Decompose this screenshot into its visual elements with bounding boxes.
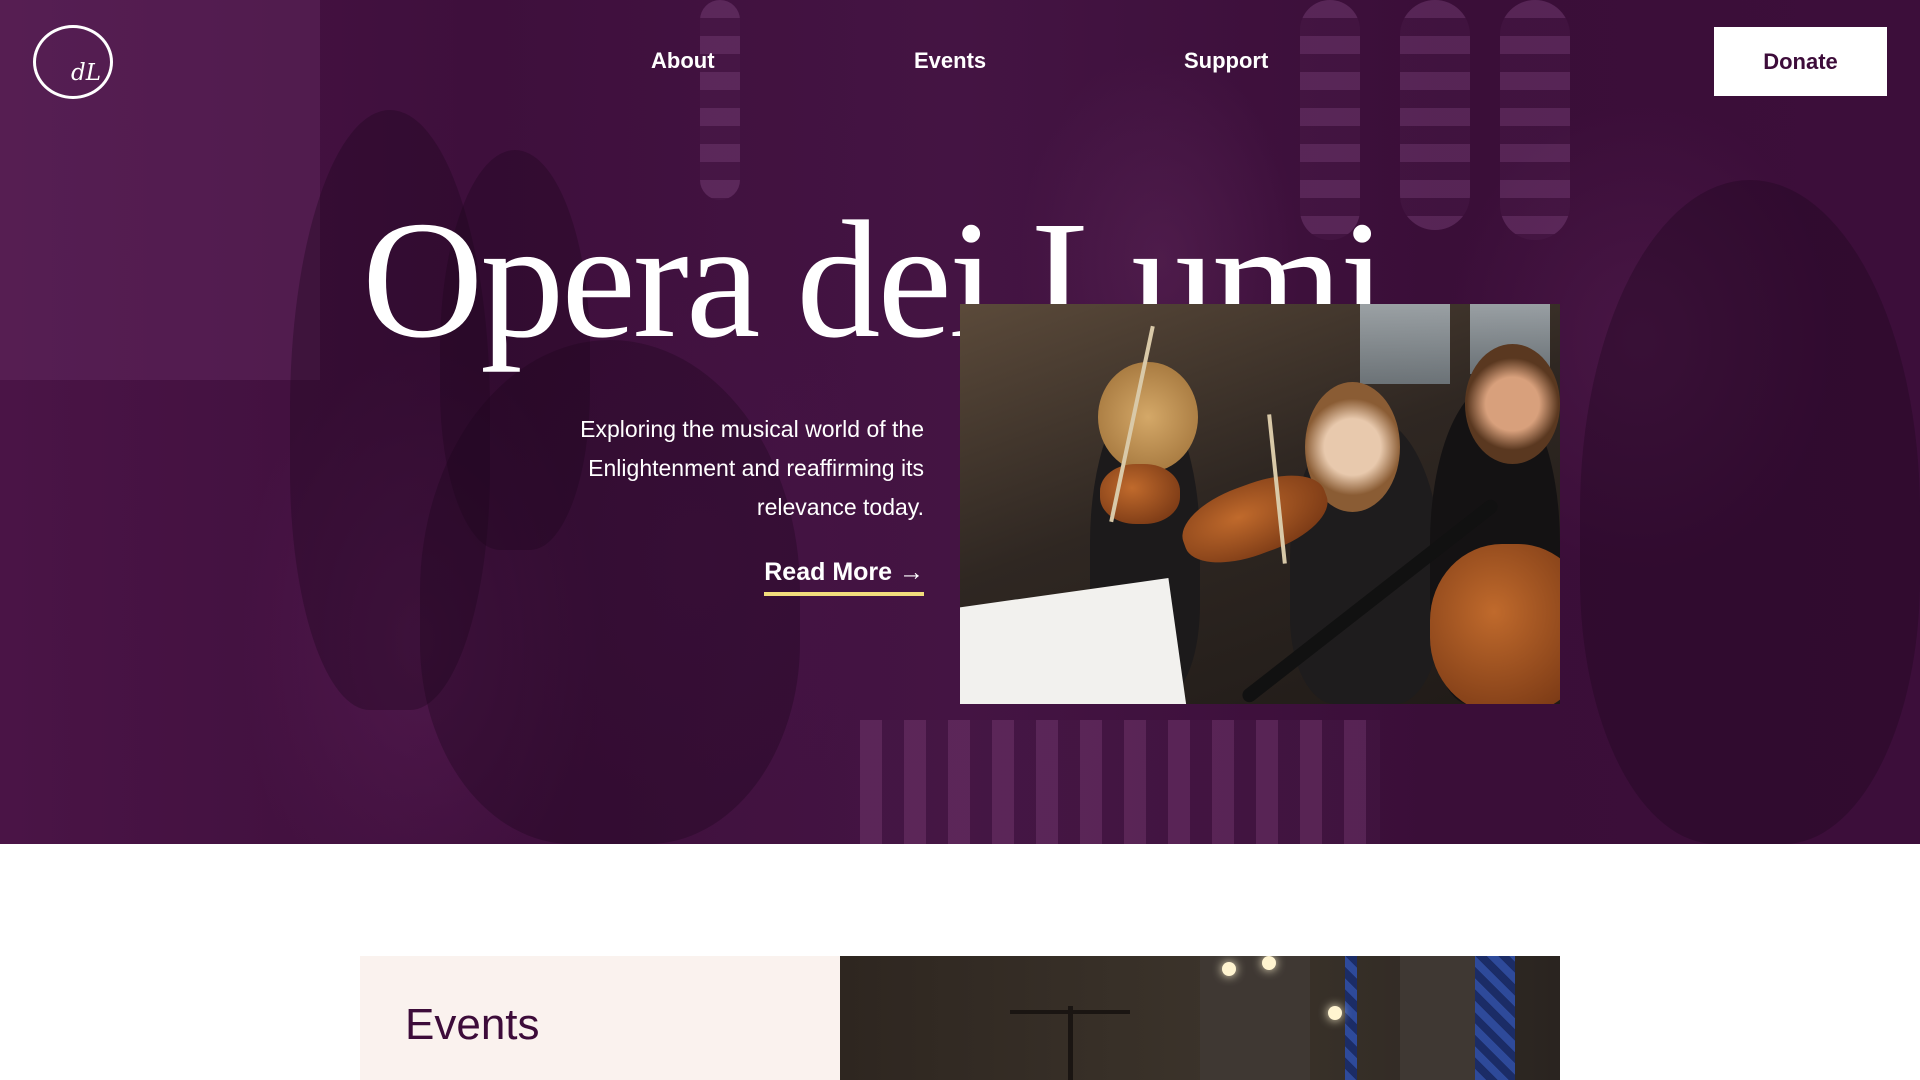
background-ornament: [1400, 0, 1470, 230]
events-heading: Events: [405, 1000, 540, 1049]
background-ornament: [700, 0, 740, 200]
logo-text: dL: [71, 60, 101, 86]
photo-stained-glass: [1475, 956, 1515, 1080]
hero-orchestra-photo: [960, 304, 1560, 704]
photo-window: [1360, 304, 1450, 384]
photo-stained-glass: [1345, 956, 1357, 1080]
events-church-photo: [840, 956, 1560, 1080]
photo-pillar: [1200, 956, 1310, 1080]
photo-violin: [1430, 544, 1560, 704]
photo-pillar: [1400, 956, 1480, 1080]
photo-hair: [1098, 362, 1198, 472]
nav-link-support[interactable]: Support: [1184, 48, 1268, 74]
photo-crucifix: [1068, 1006, 1073, 1080]
background-carved-rail: [860, 720, 1380, 844]
donate-button[interactable]: Donate: [1714, 27, 1887, 96]
background-ornament: [1500, 0, 1570, 240]
background-musician-figure: [1580, 180, 1920, 844]
read-more-link[interactable]: Read More →: [764, 558, 924, 596]
photo-light: [1328, 1006, 1342, 1020]
photo-light: [1262, 956, 1276, 970]
events-card: Events: [360, 956, 840, 1080]
hero-subtitle: Exploring the musical world of the Enlig…: [580, 416, 924, 520]
nav-link-about[interactable]: About: [651, 48, 715, 74]
nav-link-events[interactable]: Events: [914, 48, 986, 74]
hero-section: dL About Events Support Donate Opera dei…: [0, 0, 1920, 844]
photo-face: [1465, 344, 1560, 464]
photo-light: [1222, 962, 1236, 976]
logo[interactable]: dL: [33, 25, 113, 99]
photo-sheet-music: [960, 578, 1190, 704]
